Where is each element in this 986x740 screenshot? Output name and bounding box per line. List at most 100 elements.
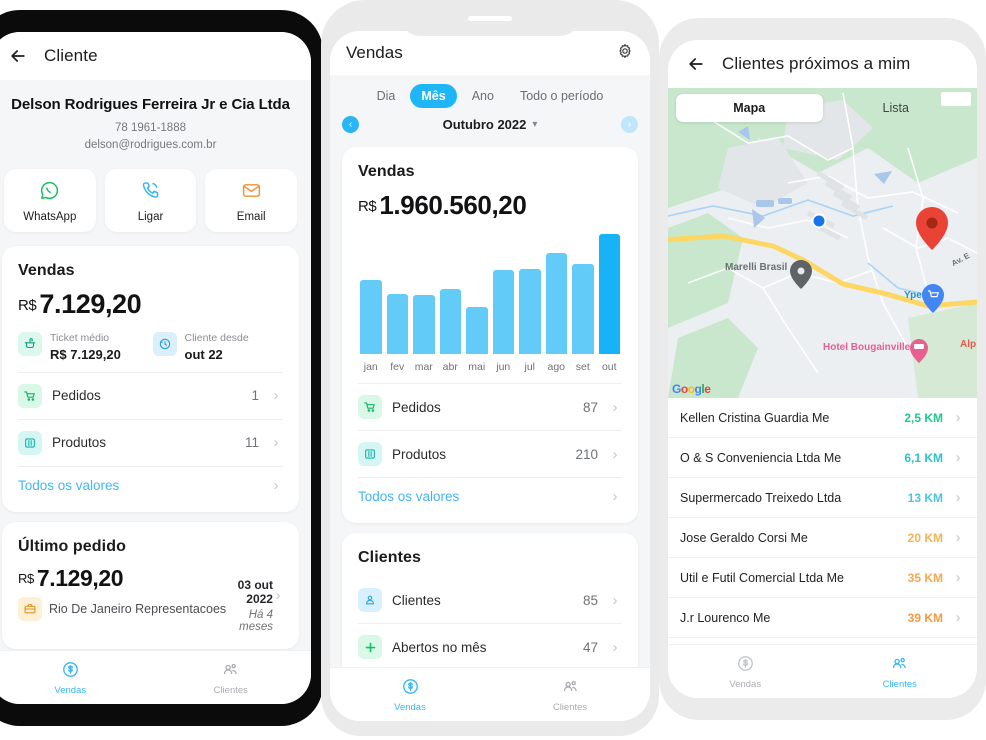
box-icon	[358, 442, 382, 467]
page-title: Vendas	[346, 43, 403, 63]
nav-item-clientes[interactable]: Clientes	[151, 651, 312, 704]
people-icon	[561, 677, 580, 699]
chevron-right-icon: ›	[955, 409, 961, 426]
last-order-ago: Há 4 meses	[239, 608, 273, 633]
nav-item-clientes[interactable]: Clientes	[490, 668, 650, 721]
bar-label-jun: jun	[496, 361, 511, 374]
envelope-icon	[241, 184, 262, 205]
table-row[interactable]: Clientes 85 ›	[358, 577, 622, 623]
period-selector[interactable]: Outubro 2022 ▾	[443, 117, 538, 132]
call-label: Ligar	[137, 211, 164, 224]
chevron-right-icon: ›	[273, 434, 279, 452]
table-row[interactable]: Produtos 210 ›	[358, 430, 622, 477]
chevron-right-circle-icon[interactable]: ›	[620, 116, 638, 134]
nav-item-vendas[interactable]: Vendas	[668, 645, 823, 698]
table-row[interactable]: Produtos 11 ›	[18, 418, 283, 466]
row-label: Pedidos	[392, 399, 441, 415]
last-order-amount-value: 7.129,20	[36, 564, 124, 591]
kpi-ticket-label: Ticket médio	[50, 332, 110, 345]
last-order-company: Rio De Janeiro Representacoes	[49, 601, 227, 616]
email-label: Email	[236, 211, 266, 224]
chevron-right-icon: ›	[612, 591, 618, 609]
client-phone: 78 1961-1888	[115, 122, 186, 134]
last-order-card[interactable]: Último pedido R$ 7.129,20 Rio De Janeiro …	[2, 521, 299, 649]
bar-column	[545, 234, 567, 355]
chevron-left-circle-icon[interactable]: ‹	[342, 116, 359, 134]
table-row[interactable]: Pedidos 87 ›	[358, 383, 622, 430]
list-item[interactable]: Jose Geraldo Corsi Me 20 KM ›	[668, 518, 977, 558]
gear-icon[interactable]	[616, 42, 634, 65]
phone3-appbar: Clientes próximos a mim	[668, 40, 977, 88]
sales-card: Vendas R$ 1.960.560,20 jan fev mar abr mai jun…	[342, 147, 638, 524]
chevron-down-icon: ▾	[532, 119, 538, 131]
sales-card: Vendas R$ 7.129,20 Ticket médio R$ 7.129,…	[2, 246, 299, 512]
nav-item-vendas[interactable]: Vendas	[330, 668, 490, 721]
client-distance: 20 KM	[907, 530, 943, 545]
nav-label-vendas: Vendas	[394, 701, 426, 713]
last-order-body: R$ 7.129,20 Rio De Janeiro Representacoes…	[18, 564, 283, 633]
phone2-appbar: Vendas	[330, 31, 650, 76]
list-item[interactable]: O & S Conveniencia Ltda Me 6,1 KM ›	[668, 438, 977, 478]
map-view[interactable]: Marelli Brasil Ype Hotel Bougainville Al…	[668, 88, 977, 398]
call-button[interactable]: Ligar	[104, 169, 197, 233]
sales-kpis: Ticket médio R$ 7.129,20 Cliente desde o…	[18, 320, 283, 372]
segment-dia[interactable]: Dia	[366, 84, 407, 108]
bar-jan	[360, 279, 382, 355]
all-values-link[interactable]: Todos os valores ›	[358, 477, 622, 515]
sales-bar-chart	[360, 234, 620, 355]
segment-mes[interactable]: Mês	[410, 84, 457, 109]
dollar-circle-icon	[401, 677, 420, 699]
segment-ano[interactable]: Ano	[461, 84, 505, 108]
nav-label-vendas: Vendas	[54, 684, 87, 696]
people-icon	[221, 660, 240, 682]
bar-column	[598, 234, 620, 355]
nav-label-vendas: Vendas	[729, 678, 762, 690]
row-label: Produtos	[52, 435, 107, 451]
clients-card-title: Clientes	[358, 549, 422, 567]
chevron-right-icon: ›	[275, 586, 281, 604]
table-row[interactable]: Abertos no mês 47 ›	[358, 623, 622, 667]
tab-lista[interactable]: Lista	[823, 94, 970, 122]
sales-currency: R$	[18, 297, 37, 315]
list-item[interactable]: Util e Futil Comercial Ltda Me 35 KM ›	[668, 558, 977, 598]
bar-ago	[545, 253, 567, 355]
clients-card: Clientes Clientes 85 › Abertos no mês 47…	[342, 533, 638, 667]
arrow-left-icon[interactable]	[8, 46, 28, 66]
phone2-screen: Vendas Dia Mês Ano Todo o período ‹ Outu…	[330, 31, 650, 721]
ticket-icon	[18, 332, 42, 357]
chevron-right-icon: ›	[612, 638, 618, 656]
all-values-link[interactable]: Todos os valores ›	[18, 465, 283, 504]
phone3-screen: Clientes próximos a mim Mapa Lista Marel…	[668, 40, 977, 698]
kpi-ticket-medio: Ticket médio R$ 7.129,20	[18, 332, 149, 362]
segment-todo-periodo[interactable]: Todo o período	[509, 84, 614, 108]
bar-column	[492, 234, 514, 355]
list-item[interactable]: J.r Lourenco Me 39 KM ›	[668, 598, 977, 638]
phone-call-icon	[140, 182, 161, 205]
client-name: Kellen Cristina Guardia Me	[680, 410, 830, 425]
screenshot-stage: Cliente Delson Rodrigues Ferreira Jr e C…	[0, 0, 986, 740]
page-title: Clientes próximos a mim	[722, 54, 911, 73]
sales-currency: R$	[358, 198, 377, 216]
nav-item-clientes[interactable]: Clientes	[823, 645, 978, 698]
map-label-marelli: Marelli Brasil	[725, 262, 788, 273]
map-label-alp: Alp	[960, 339, 977, 350]
nav-item-vendas[interactable]: Vendas	[0, 651, 151, 704]
dollar-circle-icon	[61, 660, 80, 682]
phone2-speaker	[468, 16, 512, 21]
phone2-content: Dia Mês Ano Todo o período ‹ Outubro 202…	[330, 75, 650, 667]
arrow-left-icon[interactable]	[686, 54, 706, 74]
list-item[interactable]: Kellen Cristina Guardia Me 2,5 KM ›	[668, 398, 977, 438]
sales-amount: R$ 7.129,20	[18, 289, 283, 320]
cart-icon	[18, 383, 42, 408]
sales-amount: R$ 1.960.560,20	[358, 191, 622, 220]
row-label: Pedidos	[52, 388, 101, 404]
bar-label-mai: mai	[468, 361, 486, 374]
list-item[interactable]: Supermercado Treixedo Ltda 13 KM ›	[668, 478, 977, 518]
phone1-appbar: Cliente	[0, 32, 311, 80]
table-row[interactable]: Pedidos 1 ›	[18, 371, 283, 419]
client-email: delson@rodrigues.com.br	[84, 138, 217, 151]
tab-mapa[interactable]: Mapa	[676, 94, 823, 122]
whatsapp-button[interactable]: WhatsApp	[4, 169, 96, 233]
client-distance: 6,1 KM	[904, 450, 943, 465]
email-button[interactable]: Email	[205, 169, 298, 233]
